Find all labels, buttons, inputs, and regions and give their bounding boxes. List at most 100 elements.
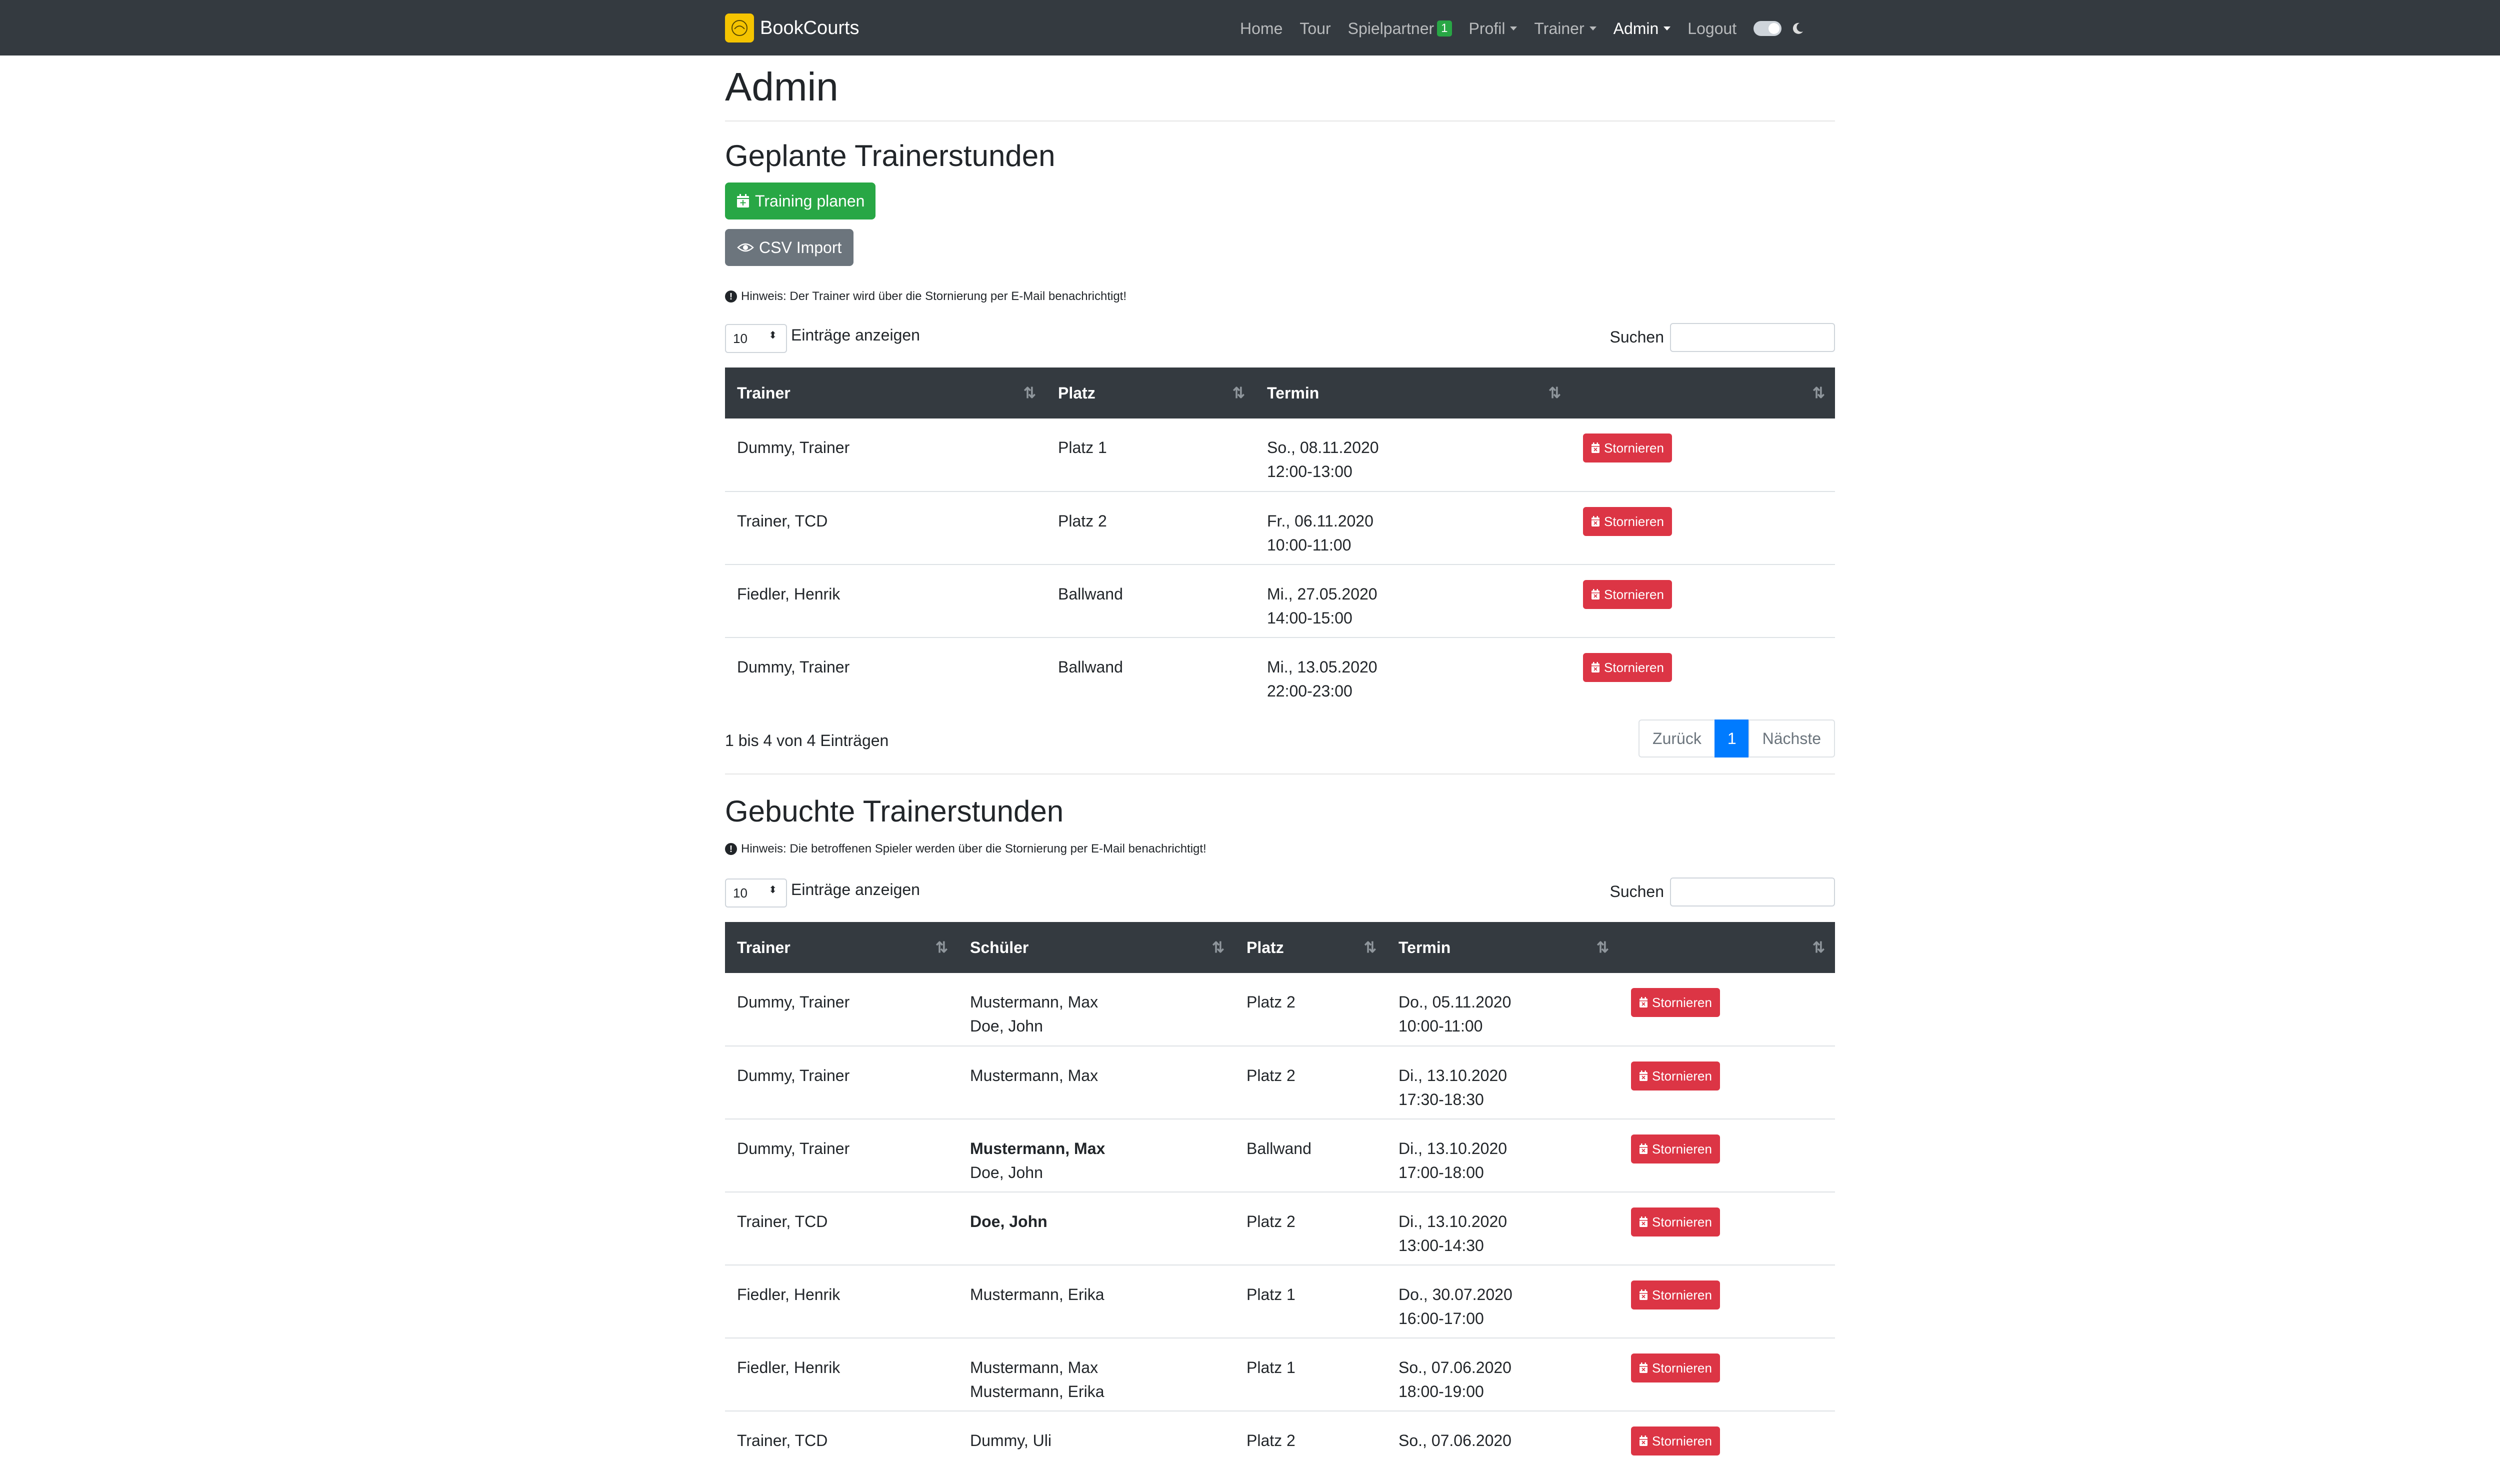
cancel-booking-button[interactable]: Stornieren: [1583, 580, 1672, 609]
termin-cell: So., 08.11.2020 12:00-13:00: [1255, 418, 1571, 492]
action-cell: Stornieren: [1619, 1265, 1835, 1338]
cancel-booking-button[interactable]: Stornieren: [1631, 1280, 1720, 1310]
planned-pagination: Zurück 1 Nächste: [1638, 720, 1835, 758]
pagination-next[interactable]: Nächste: [1748, 720, 1835, 758]
col-schueler-header[interactable]: Schüler ⇅: [958, 922, 1234, 973]
planned-table-body: Dummy, Trainer Platz 1 So., 08.11.2020 12:0…: [725, 418, 1835, 710]
termin-cell: Fr., 06.11.2020 10:00-11:00: [1255, 492, 1571, 564]
col-trainer-header[interactable]: Trainer ⇅: [725, 368, 1046, 418]
col-platz-header[interactable]: Platz ⇅: [1046, 368, 1255, 418]
sort-icon: ⇅: [1548, 385, 1561, 402]
termin-cell-line: Fr., 06.11.2020: [1267, 512, 1374, 530]
termin-cell-line: 18:00-19:00: [1398, 1382, 1484, 1400]
calendar-x-icon: [1639, 997, 1652, 1008]
col-action-header[interactable]: ⇅: [1571, 368, 1835, 418]
platz-cell-line: Ballwand: [1058, 658, 1123, 676]
nav-trainer-label: Trainer: [1534, 19, 1584, 38]
platz-cell: Platz 1: [1234, 1265, 1386, 1338]
select-arrows-icon: ⬍: [768, 884, 777, 896]
cancel-booking-button[interactable]: Stornieren: [1583, 653, 1672, 682]
platz-cell-line: Platz 1: [1246, 1358, 1296, 1376]
nav-spielpartner-label: Spielpartner: [1348, 19, 1434, 38]
pagination-prev[interactable]: Zurück: [1638, 720, 1716, 758]
col-platz-header[interactable]: Platz ⇅: [1234, 922, 1386, 973]
nav-logout[interactable]: Logout: [1688, 20, 1736, 38]
planned-search-input[interactable]: [1670, 323, 1835, 352]
planned-hint: ! Hinweis: Der Trainer wird über die Sto…: [725, 290, 1126, 304]
nav-profil-dropdown[interactable]: Profil: [1469, 20, 1518, 38]
termin-cell-line: 13:00-14:30: [1398, 1236, 1484, 1254]
plan-training-button[interactable]: Training planen: [725, 182, 876, 220]
platz-cell: Platz 2: [1046, 492, 1255, 564]
pagination-page[interactable]: 1: [1714, 720, 1750, 758]
cancel-booking-label: Stornieren: [1652, 1288, 1712, 1302]
cancel-booking-button[interactable]: Stornieren: [1631, 988, 1720, 1017]
col-termin-header[interactable]: Termin ⇅: [1386, 922, 1619, 973]
table-row: Dummy, Trainer Platz 1 So., 08.11.2020 12:0…: [725, 418, 1835, 492]
nav-admin-dropdown[interactable]: Admin: [1614, 20, 1671, 38]
nav-home[interactable]: Home: [1240, 20, 1282, 38]
booked-hint: ! Hinweis: Die betroffenen Spieler werde…: [725, 842, 1206, 856]
nav-spielpartner[interactable]: Spielpartner 1: [1348, 20, 1452, 38]
cancel-booking-button[interactable]: Stornieren: [1583, 507, 1672, 536]
calendar-x-icon: [1639, 1362, 1652, 1374]
schueler-cell-line: Mustermann, Max: [970, 993, 1098, 1011]
planned-table: Trainer ⇅ Platz ⇅ Termin ⇅ ⇅ Dummy, Trainer…: [725, 368, 1835, 710]
trainer-cell: Dummy, Trainer: [725, 418, 1046, 492]
cancel-booking-button[interactable]: Stornieren: [1631, 1134, 1720, 1164]
booked-table-body: Dummy, Trainer Mustermann, Max Doe, John Pl…: [725, 973, 1835, 1484]
cancel-booking-button[interactable]: Stornieren: [1631, 1062, 1720, 1090]
calendar-plus-icon: [736, 194, 750, 208]
cancel-booking-button[interactable]: Stornieren: [1631, 1208, 1720, 1236]
exclamation-circle-icon: !: [725, 843, 737, 855]
termin-cell: So., 07.06.2020: [1386, 1411, 1619, 1484]
platz-cell-line: Ballwand: [1246, 1140, 1312, 1158]
trainer-cell-line: Dummy, Trainer: [737, 993, 850, 1011]
col-action-header[interactable]: ⇅: [1619, 922, 1835, 973]
col-trainer-header[interactable]: Trainer ⇅: [725, 922, 958, 973]
cancel-booking-button[interactable]: Stornieren: [1631, 1426, 1720, 1456]
trainer-cell: Dummy, Trainer: [725, 638, 1046, 710]
calendar-x-icon: [1639, 1436, 1652, 1446]
csv-import-button[interactable]: CSV Import: [725, 229, 854, 266]
trainer-cell: Dummy, Trainer: [725, 1046, 958, 1119]
platz-cell: Ballwand: [1234, 1119, 1386, 1192]
calendar-x-icon: [1591, 589, 1604, 600]
nav-tour[interactable]: Tour: [1300, 20, 1330, 38]
nav-trainer-dropdown[interactable]: Trainer: [1534, 20, 1596, 38]
divider: [725, 120, 1835, 122]
trainer-cell-line: Dummy, Trainer: [737, 1140, 850, 1158]
platz-cell: Ballwand: [1046, 638, 1255, 710]
termin-cell-line: Di., 13.10.2020: [1398, 1212, 1508, 1230]
trainer-cell-line: Fiedler, Henrik: [737, 1286, 840, 1304]
main-nav: Home Tour Spielpartner 1 Profil Trainer A…: [1240, 16, 1804, 40]
col-termin-header[interactable]: Termin ⇅: [1255, 368, 1571, 418]
planned-length-select[interactable]: 10 ⬍: [725, 324, 787, 353]
schueler-cell-line: Mustermann, Max: [970, 1066, 1098, 1084]
termin-cell-line: Do., 30.07.2020: [1398, 1286, 1512, 1304]
booked-length-select[interactable]: 10 ⬍: [725, 878, 787, 908]
termin-cell-line: So., 07.06.2020: [1398, 1358, 1512, 1376]
trainer-cell-line: Dummy, Trainer: [737, 658, 850, 676]
schueler-cell: Doe, John: [958, 1192, 1234, 1265]
action-cell: Stornieren: [1571, 638, 1835, 710]
cancel-booking-label: Stornieren: [1652, 1360, 1712, 1376]
action-cell: Stornieren: [1619, 973, 1835, 1046]
dark-mode-toggle[interactable]: [1754, 21, 1782, 36]
platz-cell-line: Platz 2: [1246, 1432, 1296, 1450]
schueler-cell-line: Mustermann, Erika: [970, 1382, 1104, 1400]
trainer-cell-line: Trainer, TCD: [737, 1432, 828, 1450]
brand-name: BookCourts: [760, 17, 860, 38]
brand-link[interactable]: BookCourts: [725, 13, 860, 43]
cancel-booking-button[interactable]: Stornieren: [1583, 434, 1672, 462]
sort-icon: ⇅: [1596, 940, 1609, 956]
cancel-booking-label: Stornieren: [1604, 587, 1664, 602]
cancel-booking-button[interactable]: Stornieren: [1631, 1354, 1720, 1382]
booked-search-input[interactable]: [1670, 878, 1835, 906]
plan-training-label: Training planen: [755, 192, 865, 210]
termin-cell-line: Do., 05.11.2020: [1398, 993, 1512, 1011]
platz-cell: Platz 1: [1234, 1338, 1386, 1411]
platz-cell: Ballwand: [1046, 564, 1255, 638]
trainer-cell: Dummy, Trainer: [725, 1119, 958, 1192]
termin-cell-line: 10:00-11:00: [1267, 536, 1352, 554]
